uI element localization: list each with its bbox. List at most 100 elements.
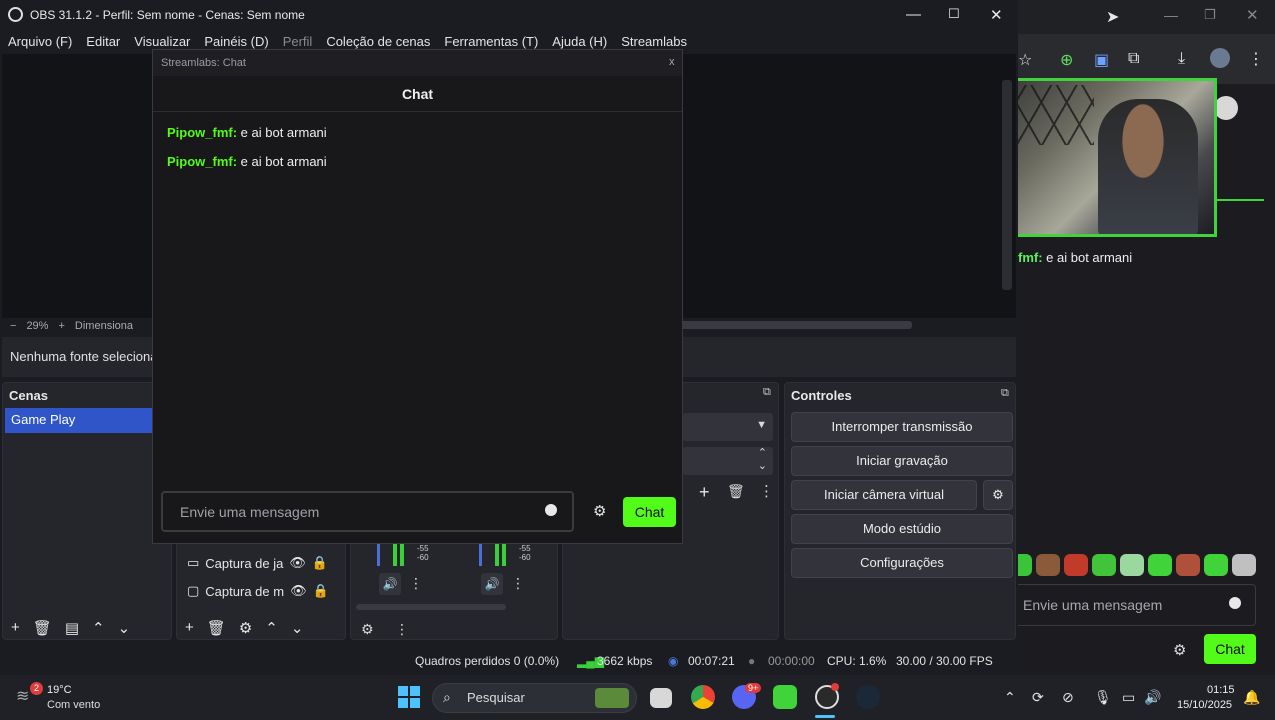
filter-icon[interactable]: ▤ — [65, 619, 79, 637]
eye-icon[interactable]: 👁 — [289, 555, 306, 571]
profile-avatar[interactable] — [1210, 48, 1230, 68]
emote[interactable] — [1204, 554, 1228, 576]
close-icon[interactable]: x — [669, 56, 675, 68]
chat-username[interactable]: Pipow_fmf: — [167, 154, 237, 169]
emote[interactable] — [1232, 554, 1256, 576]
add-icon[interactable]: + — [185, 619, 194, 637]
chrome-icon[interactable] — [691, 685, 715, 709]
microphone-icon[interactable]: 🎙 — [1094, 689, 1112, 706]
chevron-up-icon[interactable]: ⌃ — [265, 619, 278, 637]
chat-send-button[interactable]: Chat — [623, 497, 676, 527]
more-menu-icon[interactable]: ⋮ — [409, 575, 423, 592]
close-icon[interactable]: ✕ — [1246, 6, 1259, 24]
start-virtual-camera-button[interactable]: Iniciar câmera virtual — [791, 480, 977, 510]
chat-username[interactable]: Pipow_fmf: — [167, 125, 237, 140]
notification-badge: 2 — [30, 682, 43, 695]
more-menu-icon[interactable]: ⋮ — [1248, 49, 1264, 69]
scene-item-game-play[interactable]: Game Play — [5, 408, 155, 433]
studio-mode-button[interactable]: Modo estúdio — [791, 514, 1013, 544]
chevron-down-icon[interactable]: ⌄ — [118, 619, 131, 637]
add-icon[interactable]: + — [699, 482, 710, 503]
extensions-icon[interactable]: ⧉ — [1128, 50, 1139, 68]
undock-icon[interactable]: ⧉ — [763, 386, 771, 399]
speaker-icon[interactable]: 🔊 — [379, 573, 401, 595]
speaker-icon[interactable]: 🔊 — [481, 573, 503, 595]
chat-username[interactable]: fmf: — [1018, 250, 1043, 265]
more-menu-icon[interactable]: ⋮ — [511, 575, 525, 592]
gear-icon[interactable]: ⚙ — [1173, 641, 1186, 659]
download-icon[interactable]: ⤓ — [1178, 50, 1185, 68]
minimize-icon[interactable]: — — [1164, 7, 1178, 23]
emote[interactable] — [1092, 554, 1116, 576]
start-recording-button[interactable]: Iniciar gravação — [791, 446, 1013, 476]
duration-stepper[interactable]: ⌃ ⌄ — [683, 447, 773, 475]
trash-icon[interactable]: 🗑 — [33, 619, 52, 637]
chevron-up-icon[interactable]: ⌃ — [1004, 689, 1016, 706]
horizontal-scrollbar[interactable] — [356, 604, 506, 610]
menu-edit[interactable]: Editar — [86, 30, 120, 54]
add-extension-icon[interactable]: ⊕ — [1060, 50, 1073, 70]
weather-icon[interactable]: ≋ — [16, 686, 29, 706]
zoom-in-button[interactable]: + — [58, 320, 64, 332]
streamlabs-app-icon[interactable] — [773, 685, 797, 709]
emote[interactable] — [1176, 554, 1200, 576]
window-title: OBS 31.1.2 - Perfil: Sem nome - Cenas: S… — [30, 8, 305, 22]
emoji-icon[interactable] — [545, 504, 557, 516]
clock-time[interactable]: 01:15 — [1207, 684, 1235, 696]
more-menu-icon[interactable]: ⋮ — [395, 621, 409, 638]
horizontal-scrollbar[interactable] — [680, 321, 912, 329]
browser-chat-input[interactable]: Envie uma mensagem — [1012, 584, 1256, 626]
source-item[interactable]: ▭ Captura de ja 👁 🔒 — [187, 555, 328, 571]
taskbar-search[interactable]: ⌕ — [432, 683, 637, 713]
maximize-icon[interactable]: ☐ — [948, 6, 960, 22]
virtual-camera-gear-icon[interactable]: ⚙ — [983, 480, 1013, 510]
gear-icon[interactable]: ⚙ — [593, 502, 606, 520]
volume-icon[interactable]: 🔊 — [1144, 689, 1161, 706]
weather-temp[interactable]: 19°C — [47, 684, 72, 696]
steam-icon[interactable] — [856, 685, 880, 709]
windows-start-icon[interactable] — [398, 686, 420, 708]
more-menu-icon[interactable]: ⋮ — [759, 482, 774, 500]
close-icon[interactable]: ✕ — [990, 6, 1003, 24]
browser-chat-send-button[interactable]: Chat — [1204, 634, 1256, 664]
bookmark-star-icon[interactable]: ☆ — [1018, 50, 1032, 70]
lock-icon[interactable]: 🔒 — [313, 583, 329, 599]
chevron-down-icon[interactable]: ⌄ — [291, 619, 304, 637]
settings-button[interactable]: Configurações — [791, 548, 1013, 578]
chat-popup-window: Streamlabs: Chat x Chat Pipow_fmf: e ai … — [152, 49, 683, 544]
stepper-arrows[interactable]: ⌃ ⌄ — [758, 447, 767, 473]
vertical-scrollbar[interactable] — [1002, 80, 1012, 290]
restore-icon[interactable]: ❐ — [1204, 7, 1216, 23]
trash-icon[interactable]: 🗑 — [207, 619, 226, 637]
emote[interactable] — [1120, 554, 1144, 576]
add-icon[interactable]: + — [11, 619, 20, 637]
gear-icon[interactable]: ⚙ — [239, 619, 252, 637]
undock-icon[interactable]: ⧉ — [1001, 387, 1009, 400]
emote[interactable] — [1148, 554, 1172, 576]
task-view-icon[interactable] — [650, 688, 672, 708]
eye-icon[interactable]: 👁 — [290, 583, 307, 599]
lock-icon[interactable]: 🔒 — [312, 555, 328, 571]
minimize-icon[interactable]: — — [906, 6, 921, 23]
camera-off-icon[interactable]: ⊘ — [1062, 689, 1074, 706]
chat-input[interactable]: Envie uma mensagem — [161, 491, 574, 532]
display-icon[interactable]: ▭ — [1122, 689, 1135, 706]
zoom-out-button[interactable]: − — [10, 320, 16, 332]
clock-date[interactable]: 15/10/2025 — [1177, 699, 1232, 711]
scenes-title: Cenas — [9, 388, 49, 403]
weather-desc[interactable]: Com vento — [47, 699, 100, 711]
chevron-up-icon[interactable]: ⌃ — [92, 619, 105, 637]
emote[interactable] — [1064, 554, 1088, 576]
menu-file[interactable]: Arquivo (F) — [8, 30, 72, 54]
notification-icon[interactable]: 🔔 — [1243, 689, 1260, 706]
advanced-audio-icon[interactable]: ⚙ — [361, 621, 374, 638]
emote[interactable] — [1036, 554, 1060, 576]
emoji-icon[interactable] — [1229, 597, 1241, 609]
source-item[interactable]: ▢ Captura de m 👁 🔒 — [187, 583, 329, 599]
trash-icon[interactable]: 🗑 — [727, 483, 745, 500]
sync-icon[interactable]: ⟳ — [1032, 689, 1044, 706]
record-time: 00:00:00 — [768, 654, 815, 668]
stop-streaming-button[interactable]: Interromper transmissão — [791, 412, 1013, 442]
transition-select[interactable]: ▼ — [683, 413, 773, 441]
translate-icon[interactable]: ▣ — [1094, 50, 1109, 70]
